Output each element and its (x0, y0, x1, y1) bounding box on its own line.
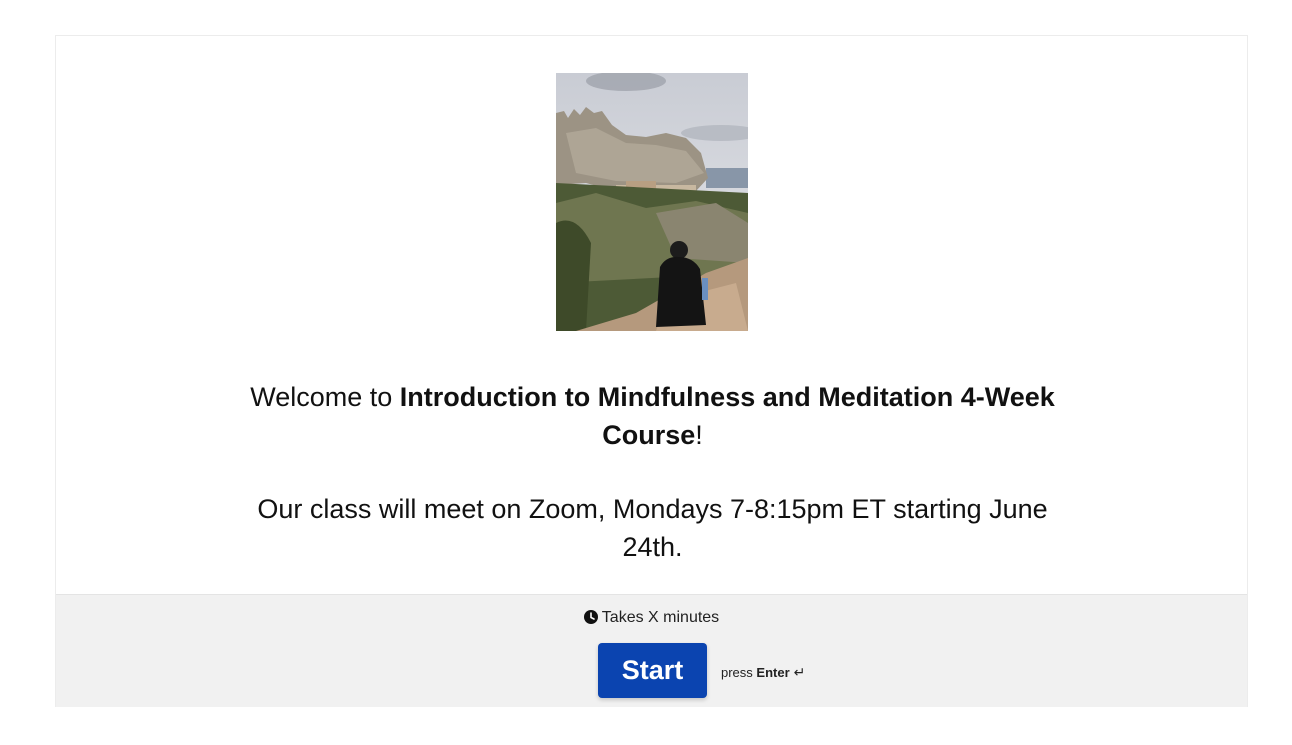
enter-hint: press Enter ↵ (721, 664, 805, 681)
welcome-image (556, 73, 748, 331)
welcome-prefix: Welcome to (250, 382, 400, 412)
welcome-card: Welcome to Introduction to Mindfulness a… (55, 35, 1248, 707)
clock-icon (583, 610, 598, 629)
meeting-info: Our class will meet on Zoom, Mondays 7-8… (257, 494, 1048, 562)
duration-text: Takes X minutes (601, 609, 720, 626)
welcome-heading: Welcome to Introduction to Mindfulness a… (226, 378, 1079, 454)
enter-icon: ↵ (793, 664, 806, 680)
hint-prefix: press (721, 665, 757, 680)
duration-info: Takes X minutes (56, 609, 1247, 629)
hint-key: Enter (756, 665, 790, 680)
start-footer: Takes X minutes Start press Enter ↵ (56, 594, 1247, 707)
start-button[interactable]: Start (598, 643, 707, 698)
course-name: Introduction to Mindfulness and Meditati… (399, 382, 1055, 450)
welcome-content: Welcome to Introduction to Mindfulness a… (56, 36, 1247, 594)
welcome-suffix: ! (695, 420, 703, 450)
